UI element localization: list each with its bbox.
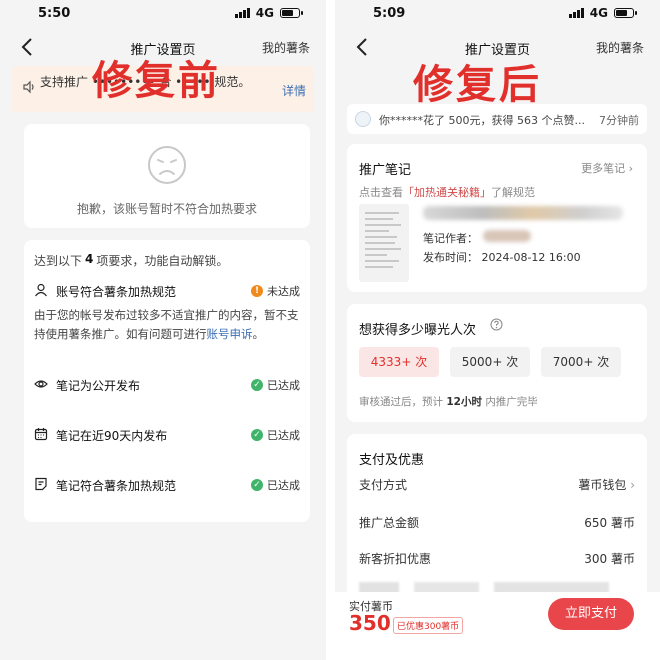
blurred-author-name (483, 230, 531, 242)
speaker-icon (23, 80, 34, 94)
requirements-heading: 达到以下 4 项要求，功能自动解锁。 (34, 252, 229, 268)
status-bar: 5:09 4G (335, 0, 660, 28)
eye-icon (34, 380, 48, 388)
warning-icon: ! (251, 285, 263, 297)
requirement-label: 账号符合薯条加热规范 (56, 285, 177, 299)
exposure-option-1[interactable]: 4333+ 次 (359, 347, 439, 377)
check-icon: ✓ (251, 479, 263, 491)
guide-link[interactable]: 「加热通关秘籍」 (403, 186, 491, 199)
note-thumbnail[interactable] (359, 204, 409, 282)
review-tip: 审核通过后，预计 12小时 内推广完毕 (359, 396, 538, 408)
note-author: 笔记作者： (423, 232, 478, 245)
note-icon (35, 477, 47, 491)
exposure-option-2[interactable]: 5000+ 次 (450, 347, 530, 377)
publish-time: 发布时间： 2024-08-12 16:00 (423, 251, 581, 264)
status-time: 5:50 (38, 6, 71, 21)
total-amount-value: 650 薯币 (584, 516, 635, 530)
section-title: 推广笔记 (359, 163, 412, 178)
avatar (355, 111, 371, 127)
status-bar: 5:50 4G (0, 0, 326, 28)
after-screen: 5:09 4G 推广设置页 我的薯条 修复后 你******花了 500元，获得… (335, 0, 660, 660)
status-met: ✓ 已达成 (251, 477, 300, 493)
check-icon: ✓ (251, 379, 263, 391)
checkout-bar: 实付薯币 350 已优惠300薯币 立即支付 (335, 592, 660, 660)
requirement-label: 笔记在近90天内发布 (56, 429, 168, 443)
promoted-note-card: 推广笔记 更多笔记 › 点击查看「加热通关秘籍」了解规范 笔记作者： 发布时间：… (347, 144, 647, 292)
requirement-label: 笔记为公开发布 (56, 379, 141, 393)
discount-value: 300 薯币 (584, 552, 635, 566)
requirement-recent: 笔记在近90天内发布 ✓ 已达成 (34, 424, 300, 446)
my-shutiao-link[interactable]: 我的薯条 (262, 39, 310, 56)
total-amount-row: 推广总金额 650 薯币 (359, 516, 635, 530)
payment-method-row[interactable]: 支付方式 薯币钱包 › (359, 476, 635, 493)
blurred-note-title (423, 206, 623, 220)
more-notes-link[interactable]: 更多笔记 › (581, 160, 633, 176)
before-label: 修复前 (92, 58, 221, 104)
requirement-label: 笔记符合薯条加热规范 (56, 479, 177, 493)
check-icon: ✓ (251, 429, 263, 441)
status-not-met: ! 未达成 (251, 283, 300, 299)
requirement-description: 由于您的帐号发布过较多不适宜推广的内容，暂不支持使用薯条推广。如有问题可进行账号… (34, 308, 299, 341)
discount-badge: 已优惠300薯币 (393, 617, 464, 634)
requirement-account: 账号符合薯条加热规范 ! 未达成 (34, 280, 300, 302)
account-appeal-link[interactable]: 账号申诉 (207, 327, 253, 341)
exposure-option-3[interactable]: 7000+ 次 (541, 347, 621, 377)
before-screen: 5:50 4G 推广设置页 我的薯条 支持推广 ••••••••• 合 ••••… (0, 0, 326, 660)
network-type: 4G (255, 6, 274, 20)
requirement-compliant: 笔记符合薯条加热规范 ✓ 已达成 (34, 474, 300, 496)
after-label: 修复后 (413, 62, 542, 108)
network-type: 4G (589, 6, 608, 20)
section-title: 想获得多少曝光人次 (359, 323, 477, 338)
new-user-discount-row: 新客折扣优惠 300 薯币 (359, 552, 635, 566)
my-shutiao-link[interactable]: 我的薯条 (596, 39, 644, 56)
ineligible-message: 抱歉，该账号暂时不符合加热要求 (76, 202, 257, 216)
payment-method-value: 薯币钱包 (578, 478, 627, 492)
sad-face-icon (148, 146, 186, 184)
status-met: ✓ 已达成 (251, 377, 300, 393)
status-met: ✓ 已达成 (251, 427, 300, 443)
signal-icon (568, 8, 584, 18)
payment-card: 支付及优惠 支付方式 薯币钱包 › 推广总金额 650 薯币 新客折扣优惠 30… (347, 434, 647, 606)
calendar-icon (34, 428, 48, 441)
purchase-record-ticker: 你******花了 500元，获得 563 个点赞... 7分钟前 (347, 104, 647, 134)
details-link[interactable]: 详情 (282, 82, 306, 99)
record-time: 7分钟前 (599, 114, 639, 127)
paid-amount: 350 (349, 611, 391, 635)
requirements-card: 达到以下 4 项要求，功能自动解锁。 账号符合薯条加热规范 ! 未达成 由于您的… (24, 240, 310, 522)
requirement-public: 笔记为公开发布 ✓ 已达成 (34, 374, 300, 396)
battery-icon (614, 8, 637, 18)
help-icon[interactable] (490, 318, 503, 331)
section-title: 支付及优惠 (359, 453, 425, 468)
record-text: 你******花了 500元，获得 563 个点赞... (379, 114, 585, 127)
battery-icon (280, 8, 303, 18)
status-time: 5:09 (373, 6, 406, 21)
ineligible-card: 抱歉，该账号暂时不符合加热要求 (24, 124, 310, 228)
chevron-right-icon: › (630, 478, 635, 492)
user-icon (35, 283, 47, 297)
guide-hint: 点击查看「加热通关秘籍」了解规范 (359, 186, 535, 199)
exposure-card: 想获得多少曝光人次 4333+ 次 5000+ 次 7000+ 次 审核通过后，… (347, 304, 647, 422)
signal-icon (234, 8, 250, 18)
pay-now-button[interactable]: 立即支付 (548, 598, 634, 630)
